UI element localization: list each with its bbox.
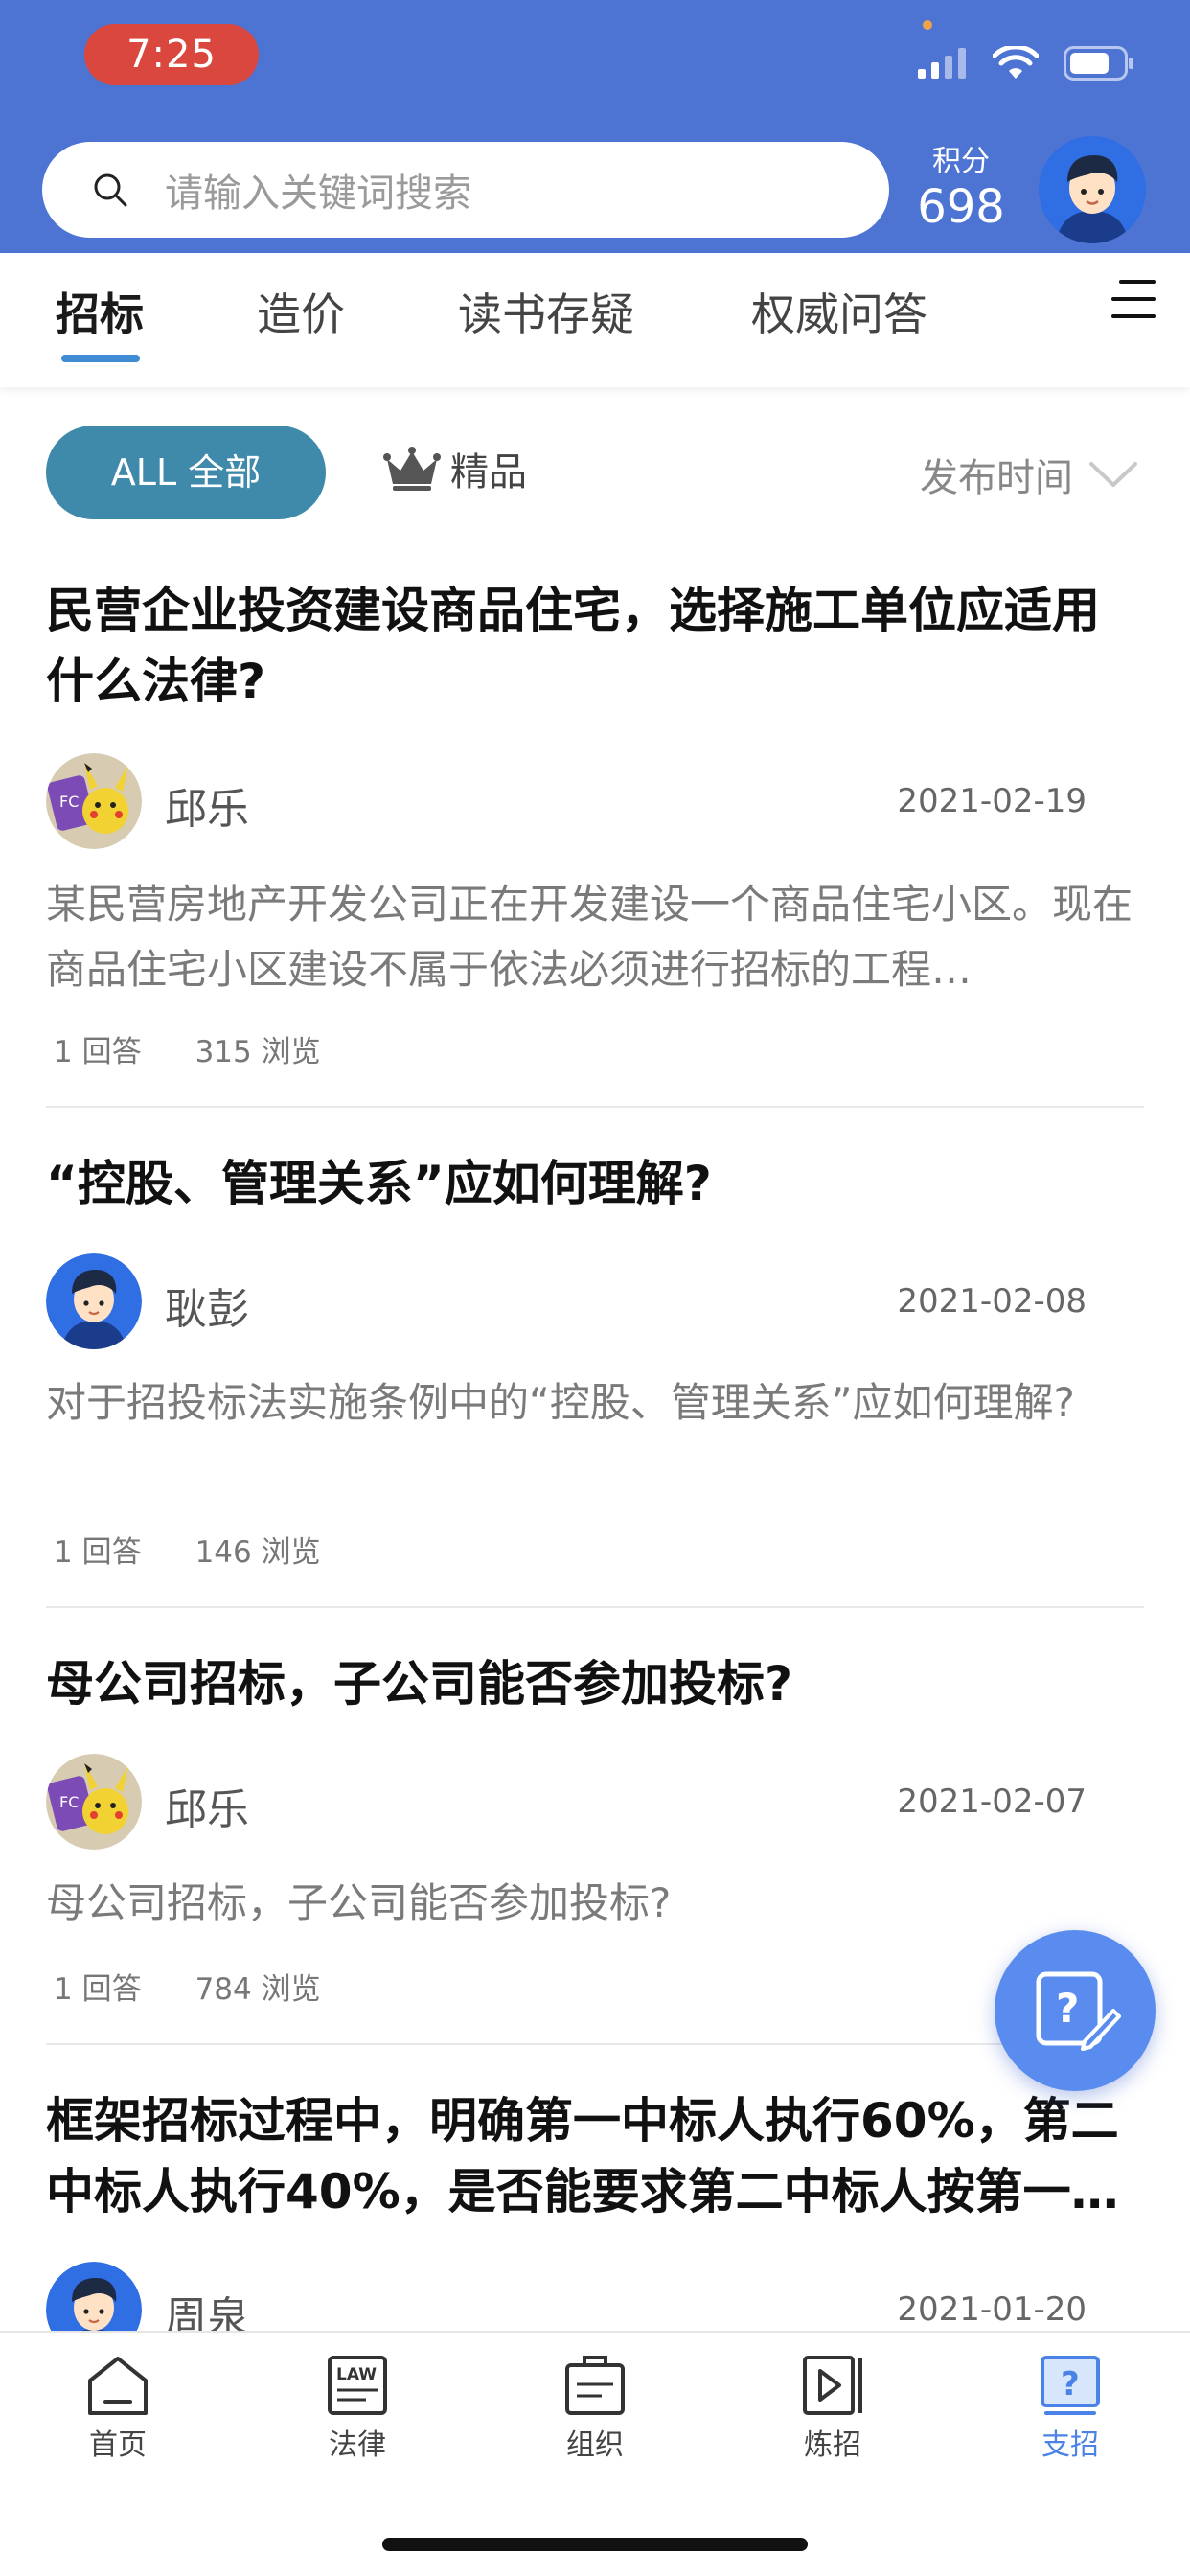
divider (46, 1106, 1144, 1108)
post-date: 2021-02-07 (897, 1782, 1087, 1821)
chevron-down-icon (1089, 462, 1137, 487)
question-title[interactable]: “控股、管理关系”应如何理解? (46, 1148, 1144, 1219)
search-input[interactable]: 请输入关键词搜索 (42, 142, 889, 238)
law-icon: LAW (328, 2356, 387, 2415)
question-stats: 1 回答 315 浏览 (54, 1027, 321, 1070)
question-stats: 1 回答 784 浏览 (54, 1965, 321, 2008)
nav-advice[interactable]: ? 支招 (998, 2354, 1142, 2463)
view-count: 315 浏览 (195, 1035, 321, 1070)
pikachu-avatar[interactable]: FC (46, 753, 142, 849)
author-name[interactable]: 耿彭 (165, 1275, 249, 1336)
question-excerpt: 某民营房地产开发公司正在开发建设一个商品住宅小区。现在商品住宅小区建设不属于依法… (46, 881, 1133, 993)
question-title[interactable]: 框架招标过程中，明确第一中标人执行60%，第二中标人执行40%，是否能要求第二中… (46, 2085, 1144, 2227)
category-tabs: 招标 造价 读书存疑 权威问答 (0, 253, 1190, 387)
question-excerpt: 对于招投标法实施条例中的“控股、管理关系”应如何理解? (46, 1379, 1075, 1426)
view-count: 784 浏览 (195, 1972, 321, 2007)
home-indicator[interactable] (382, 2538, 808, 2551)
svg-text:FC: FC (59, 1793, 79, 1811)
answer-count: 1 回答 (54, 1535, 142, 1570)
question-title[interactable]: 母公司招标，子公司能否参加投标? (46, 1648, 1144, 1719)
points-display[interactable]: 积分 698 (908, 144, 1014, 234)
question-card[interactable]: 框架招标过程中，明确第一中标人执行60%，第二中标人执行40%，是否能要求第二中… (46, 2085, 1144, 2358)
question-card[interactable]: 母公司招标，子公司能否参加投标? FC 邱乐 2021-02-07 母公司招标，… (46, 1648, 1144, 2007)
nav-home-label: 首页 (89, 2428, 147, 2462)
question-title[interactable]: 民营企业投资建设商品住宅，选择施工单位应适用什么法律? (46, 575, 1144, 717)
filter-premium-button[interactable]: 精品 (383, 441, 527, 496)
author-row: 耿彭 2021-02-08 (46, 1254, 1144, 1349)
view-count: 146 浏览 (195, 1535, 321, 1570)
signal-icon (918, 48, 966, 79)
author-row: FC 邱乐 2021-02-07 (46, 1754, 1144, 1850)
svg-text:?: ? (1061, 2365, 1080, 2404)
filter-all-button[interactable]: ALL 全部 (46, 426, 326, 519)
active-tab-indicator (61, 355, 140, 362)
nav-law[interactable]: LAW 法律 (286, 2354, 429, 2463)
nav-organization[interactable]: 组织 (523, 2354, 667, 2463)
post-date: 2021-01-20 (897, 2290, 1087, 2329)
answer-count: 1 回答 (54, 1035, 142, 1070)
header: 7:25 请输入关键词搜索 积分 698 (0, 0, 1190, 253)
video-icon (803, 2356, 862, 2415)
menu-icon[interactable] (1111, 278, 1156, 322)
tab-reading-doubts[interactable]: 读书存疑 (458, 280, 634, 343)
post-date: 2021-02-19 (897, 782, 1087, 820)
svg-text:FC: FC (59, 793, 79, 811)
question-card[interactable]: “控股、管理关系”应如何理解? 耿彭 2021-02-08 对于招投标法实施条例… (46, 1148, 1144, 1570)
privacy-indicator-dot (923, 20, 932, 30)
battery-icon (1064, 46, 1133, 80)
ask-question-button[interactable]: ? (995, 1930, 1156, 2091)
svg-text:LAW: LAW (336, 2365, 377, 2384)
search-placeholder: 请输入关键词搜索 (165, 172, 471, 216)
sort-label: 发布时间 (920, 456, 1073, 500)
question-icon: ? (1041, 2356, 1100, 2415)
points-value: 698 (917, 180, 1005, 234)
user-avatar-icon (1039, 136, 1146, 243)
status-time: 7:25 (84, 24, 259, 85)
tab-cost[interactable]: 造价 (257, 280, 345, 343)
divider (46, 2043, 1144, 2045)
answer-count: 1 回答 (54, 1972, 142, 2007)
author-name[interactable]: 邱乐 (165, 1775, 249, 1836)
default-user-avatar[interactable] (46, 1254, 142, 1349)
wifi-icon (993, 46, 1039, 79)
tab-authoritative-qa[interactable]: 权威问答 (751, 280, 927, 343)
nav-training-label: 炼招 (804, 2428, 861, 2462)
sort-dropdown[interactable]: 发布时间 (920, 447, 1138, 502)
home-icon (88, 2357, 148, 2415)
nav-advice-label: 支招 (1041, 2428, 1099, 2462)
status-icons (918, 44, 1134, 82)
nav-training[interactable]: 炼招 (761, 2354, 904, 2463)
author-name[interactable]: 邱乐 (165, 774, 249, 836)
nav-law-label: 法律 (329, 2428, 386, 2462)
question-card[interactable]: 民营企业投资建设商品住宅，选择施工单位应适用什么法律? FC 邱乐 2021-0… (46, 575, 1144, 1070)
question-excerpt: 母公司招标，子公司能否参加投标? (46, 1879, 672, 1926)
ask-question-icon: ? (1036, 1971, 1121, 2051)
nav-organization-label: 组织 (566, 2428, 624, 2462)
crown-icon (383, 447, 441, 491)
tab-bidding[interactable]: 招标 (56, 280, 144, 343)
post-date: 2021-02-08 (897, 1282, 1087, 1321)
app-screen: 7:25 请输入关键词搜索 积分 698 招标 造价 读书存疑 权威问答 ALL… (0, 0, 1190, 2576)
organization-icon (565, 2356, 625, 2415)
svg-text:?: ? (1056, 1985, 1079, 2032)
filter-premium-label: 精品 (450, 450, 527, 494)
search-icon (94, 173, 127, 207)
user-avatar[interactable] (1039, 136, 1146, 243)
author-row: FC 邱乐 2021-02-19 (46, 753, 1144, 849)
points-label: 积分 (932, 145, 990, 178)
pikachu-avatar[interactable]: FC (46, 1754, 142, 1850)
nav-home[interactable]: 首页 (46, 2354, 190, 2463)
divider (46, 1606, 1144, 1608)
question-stats: 1 回答 146 浏览 (54, 1528, 321, 1571)
